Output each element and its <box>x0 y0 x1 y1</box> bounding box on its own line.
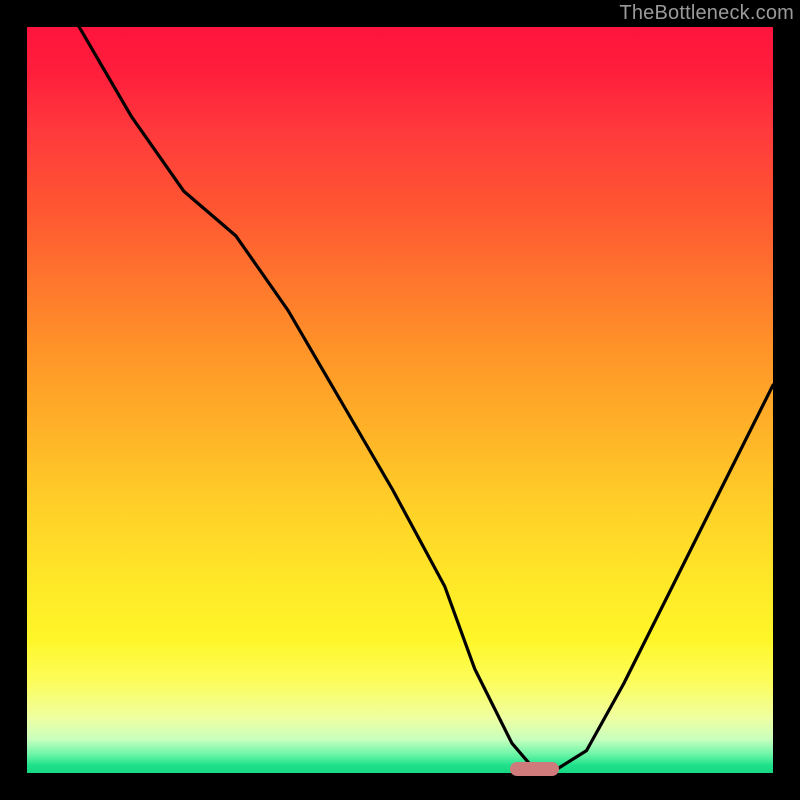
curve-svg <box>27 27 773 773</box>
chart-frame: TheBottleneck.com <box>0 0 800 800</box>
watermark-text: TheBottleneck.com <box>619 2 794 25</box>
bottleneck-curve <box>79 27 773 769</box>
plot-area <box>27 27 773 773</box>
optimum-marker <box>510 762 559 776</box>
